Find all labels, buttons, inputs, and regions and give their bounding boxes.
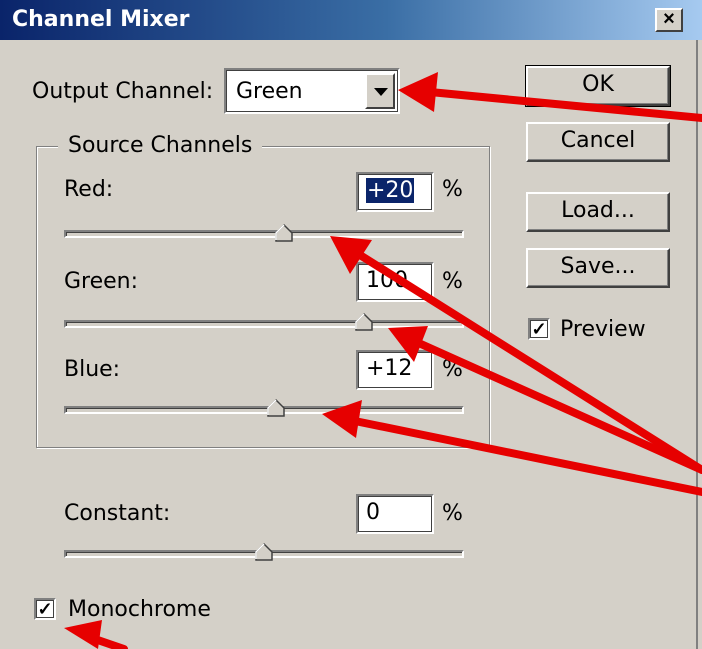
blue-slider-thumb[interactable] (267, 399, 285, 417)
green-slider-track[interactable] (64, 320, 464, 328)
constant-value-input[interactable]: 0 (356, 494, 434, 534)
source-channels-title: Source Channels (58, 132, 263, 160)
monochrome-label: Monochrome (68, 597, 211, 622)
red-slider-track[interactable] (64, 230, 464, 238)
ok-button[interactable]: OK (525, 65, 671, 107)
checkmark-icon: ✓ (37, 599, 53, 619)
output-channel-dropdown[interactable]: Green (224, 68, 400, 114)
save-button[interactable]: Save... (526, 248, 670, 288)
close-icon: × (663, 8, 675, 30)
red-value-input[interactable]: +20 (356, 172, 434, 212)
green-value-input[interactable]: 100 (356, 262, 434, 302)
title-bar: Channel Mixer × (0, 0, 702, 40)
green-slider-thumb[interactable] (355, 313, 373, 331)
preview-checkbox[interactable]: ✓ (528, 318, 550, 340)
monochrome-checkbox[interactable]: ✓ (34, 598, 56, 620)
checkmark-icon: ✓ (531, 319, 547, 339)
close-button[interactable]: × (655, 8, 683, 32)
output-channel-value: Green (236, 79, 303, 104)
blue-value-input[interactable]: +12 (356, 350, 434, 390)
preview-label: Preview (560, 317, 646, 342)
constant-label: Constant: (64, 501, 171, 526)
cancel-button[interactable]: Cancel (526, 122, 670, 162)
green-percent-unit: % (442, 269, 463, 294)
red-label: Red: (64, 177, 114, 202)
load-button[interactable]: Load... (526, 192, 670, 232)
red-value-text: +20 (366, 178, 415, 203)
output-channel-label: Output Channel: (32, 79, 214, 104)
constant-slider-thumb[interactable] (255, 543, 273, 561)
green-value-text: 100 (366, 268, 408, 293)
constant-percent-unit: % (442, 501, 463, 526)
blue-slider-track[interactable] (64, 406, 464, 414)
chevron-down-icon[interactable] (365, 73, 395, 109)
red-slider-thumb[interactable] (275, 224, 293, 242)
blue-percent-unit: % (442, 357, 463, 382)
red-percent-unit: % (442, 177, 463, 202)
blue-label: Blue: (64, 357, 121, 382)
blue-value-text: +12 (366, 356, 413, 381)
window-title: Channel Mixer (12, 7, 190, 32)
constant-value-text: 0 (366, 500, 380, 525)
green-label: Green: (64, 269, 139, 294)
